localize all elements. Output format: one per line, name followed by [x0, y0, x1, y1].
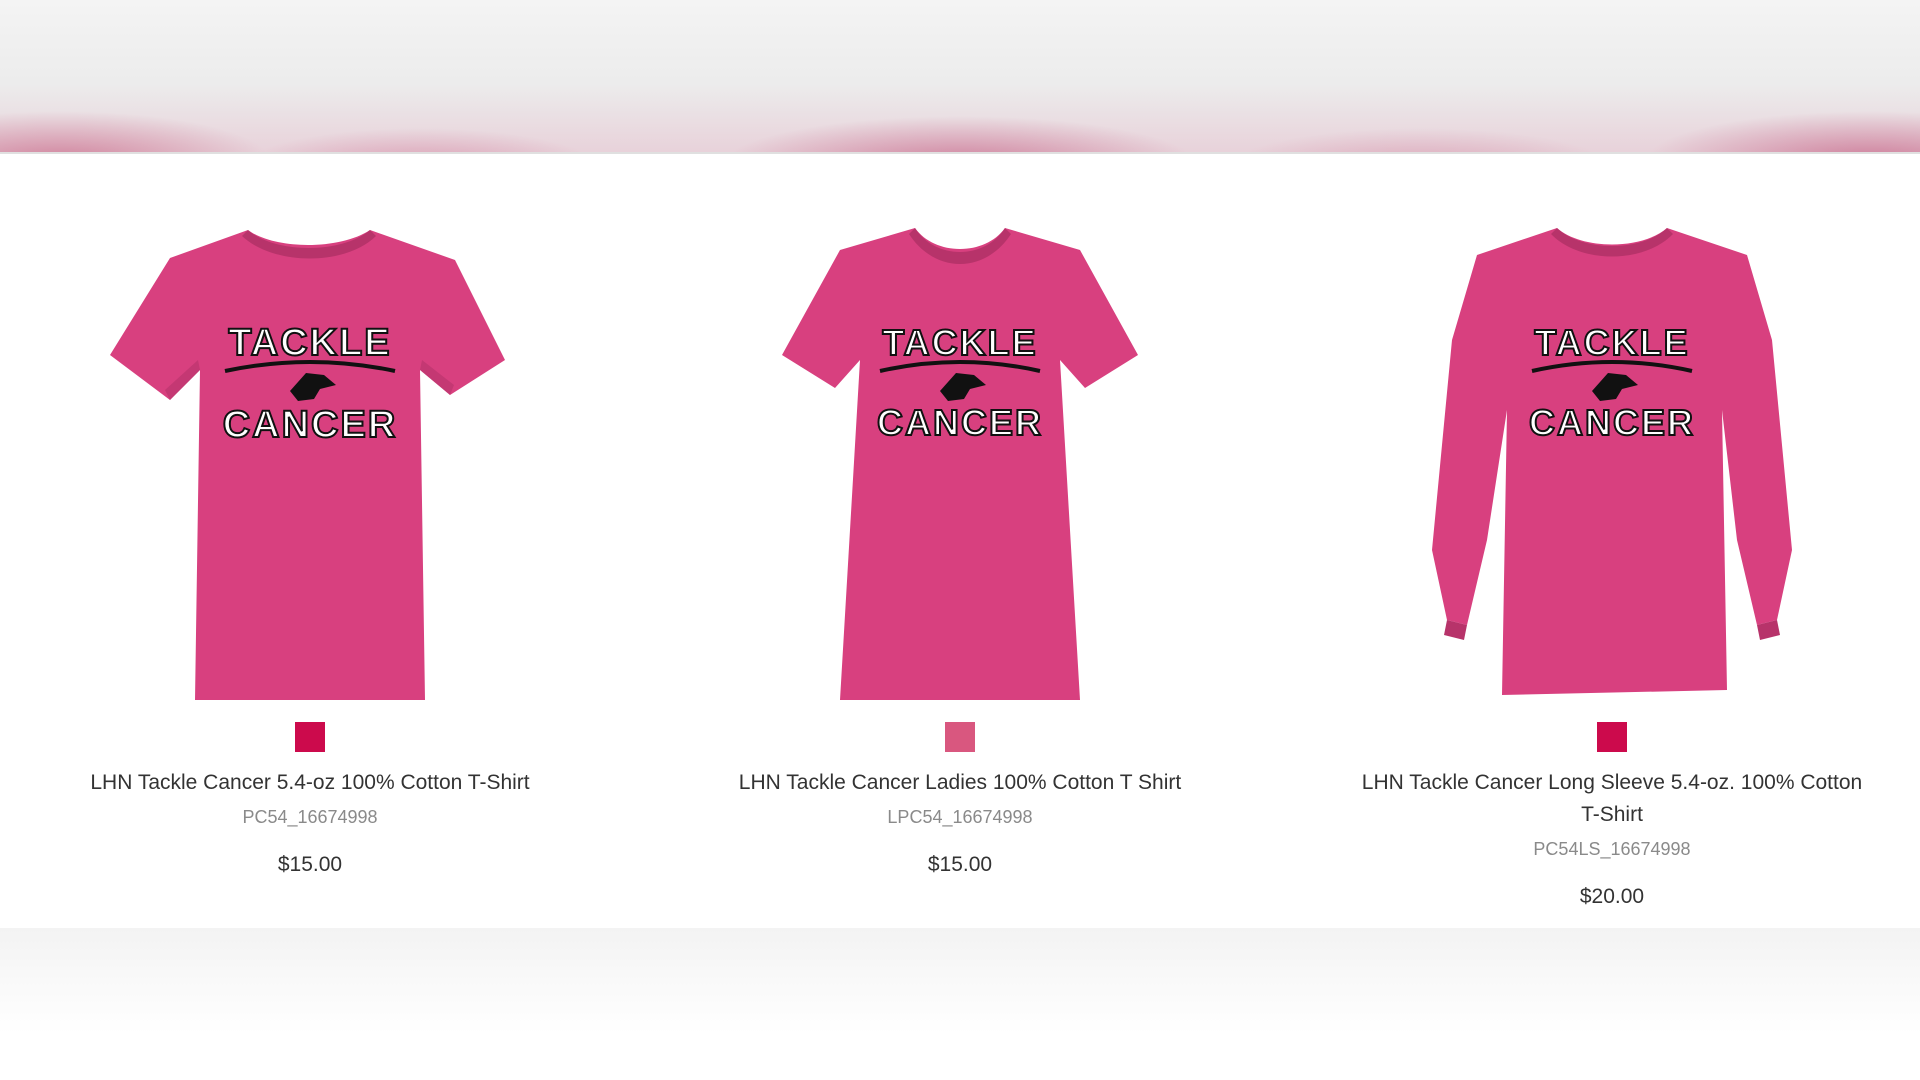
- product-price: $15.00: [927, 853, 993, 876]
- logo-line1: TACKLE: [1534, 322, 1689, 363]
- product-grid: TACKLE CANCER LHN Tackle Cancer 5.4-oz 1…: [0, 154, 1920, 928]
- product-name[interactable]: LHN Tackle Cancer Ladies 100% Cotton T S…: [700, 767, 1220, 799]
- product-name[interactable]: LHN Tackle Cancer Long Sleeve 5.4-oz. 10…: [1352, 767, 1872, 831]
- product-price: $15.00: [277, 853, 343, 876]
- color-swatch[interactable]: [945, 722, 975, 752]
- logo-line2: CANCER: [1529, 402, 1695, 443]
- tshirt-body: [782, 228, 1138, 700]
- product-card[interactable]: TACKLE CANCER LHN Tackle Cancer Long Sle…: [1312, 154, 1912, 928]
- product-sku: PC54LS_16674998: [1533, 839, 1691, 859]
- footer-area: [0, 928, 1920, 1080]
- product-image-tshirt[interactable]: TACKLE CANCER: [70, 220, 550, 710]
- product-sku: PC54_16674998: [242, 807, 378, 827]
- product-card[interactable]: TACKLE CANCER LHN Tackle Cancer Ladies 1…: [660, 154, 1260, 928]
- logo-line2: CANCER: [223, 404, 398, 446]
- product-price: $20.00: [1579, 885, 1645, 908]
- color-swatch[interactable]: [1597, 722, 1627, 752]
- product-name[interactable]: LHN Tackle Cancer 5.4-oz 100% Cotton T-S…: [50, 767, 570, 799]
- logo-line1: TACKLE: [882, 322, 1037, 363]
- logo-line2: CANCER: [877, 402, 1043, 443]
- product-sku: LPC54_16674998: [887, 807, 1033, 827]
- logo-line1: TACKLE: [228, 322, 391, 364]
- header-banner: [0, 0, 1920, 154]
- longsleeve-body: [1432, 228, 1792, 695]
- product-image-longsleeve[interactable]: TACKLE CANCER: [1372, 220, 1852, 710]
- color-swatch[interactable]: [295, 722, 325, 752]
- product-card[interactable]: TACKLE CANCER LHN Tackle Cancer 5.4-oz 1…: [10, 154, 610, 928]
- tshirt-body: [110, 230, 505, 700]
- product-image-ladies-tshirt[interactable]: TACKLE CANCER: [720, 220, 1200, 710]
